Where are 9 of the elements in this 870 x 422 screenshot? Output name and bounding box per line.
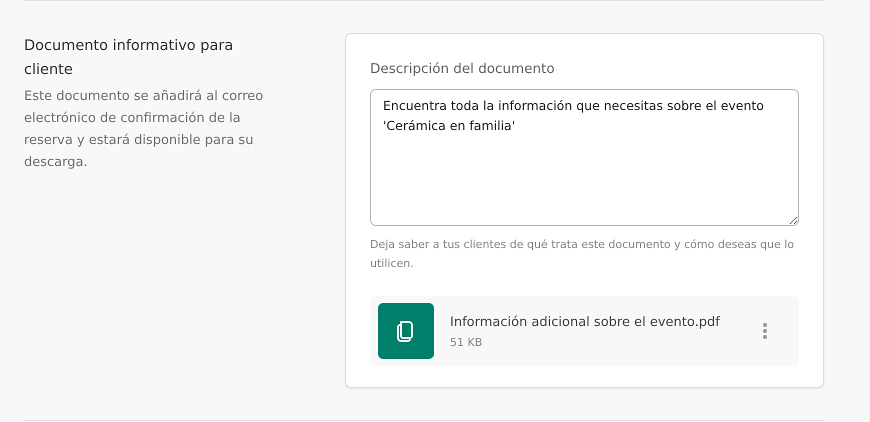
section-description: Este documento se añadirá al correo electrónico de confirmación de la reserva y estará disponible para su descarga.	[24, 88, 264, 172]
file-name: Información adicional sobre el evento.pdf	[450, 314, 722, 332]
description-field[interactable]: Encuentra toda la información que necesitas sobre el evento 'Cerámica en familia'	[370, 89, 799, 226]
file-size: 51 KB	[450, 336, 484, 348]
more-options-icon	[763, 323, 767, 339]
field-label: Descripción del documento	[370, 60, 556, 79]
documents-icon	[396, 319, 416, 343]
help-text: Deja saber a tus clientes de qué trata este documento y cómo deseas que lo utilicen.	[370, 237, 796, 272]
section-title: Documento informativo para cliente	[24, 37, 234, 80]
